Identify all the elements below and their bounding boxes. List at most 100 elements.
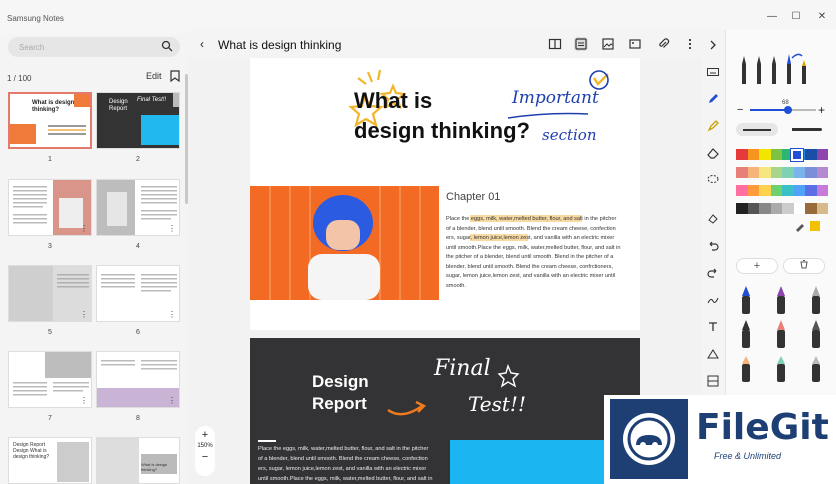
undo-icon[interactable]: [706, 239, 720, 253]
page-thumbnail-9[interactable]: Design Report Design What is design thin…: [8, 437, 92, 484]
stroke-style-solid[interactable]: [736, 123, 778, 136]
color-swatch[interactable]: [759, 149, 771, 160]
color-swatch[interactable]: [747, 167, 759, 178]
favorite-pen-1: [742, 286, 750, 314]
stroke-style-taper[interactable]: [786, 123, 828, 136]
page-thumbnail-7[interactable]: ⋮: [8, 351, 92, 408]
color-swatch[interactable]: [736, 167, 748, 178]
selected-color-swatch[interactable]: [790, 148, 804, 162]
more-options-icon[interactable]: ⋮: [80, 224, 88, 233]
maximize-button[interactable]: ☐: [789, 11, 803, 22]
color-swatch[interactable]: [747, 185, 759, 196]
color-swatch[interactable]: [816, 203, 828, 214]
more-options-icon[interactable]: [683, 37, 697, 51]
color-swatch[interactable]: [816, 149, 828, 160]
delete-pen-button[interactable]: [783, 258, 825, 274]
page-thumbnail-8[interactable]: ⋮: [96, 351, 180, 408]
color-swatch[interactable]: [736, 203, 748, 214]
accent-line: [258, 440, 276, 442]
arrow-doodle: [387, 400, 427, 416]
color-swatch[interactable]: [747, 149, 759, 160]
color-swatch[interactable]: [736, 149, 748, 160]
color-swatch[interactable]: [816, 185, 828, 196]
attach-icon[interactable]: [656, 37, 670, 51]
color-swatch[interactable]: [770, 203, 782, 214]
color-swatch[interactable]: [793, 185, 805, 196]
size-slider-thumb[interactable]: [784, 106, 792, 114]
thumbnail-title: Design Report Design What is design thin…: [13, 442, 50, 460]
color-swatch[interactable]: [747, 203, 759, 214]
note-page-2[interactable]: Design Report Final Test!! Place the egg…: [250, 338, 640, 484]
search-icon[interactable]: [161, 40, 173, 52]
color-swatch[interactable]: [770, 149, 782, 160]
more-options-icon[interactable]: ⋮: [80, 310, 88, 319]
body-line: sugar, lemon juice,lemon zest, and vanil…: [446, 273, 616, 279]
color-swatch[interactable]: [759, 185, 771, 196]
minimize-button[interactable]: —: [765, 11, 779, 22]
page-thumbnail-1[interactable]: What is design thinking?: [8, 92, 92, 149]
more-options-icon[interactable]: ⋮: [80, 396, 88, 405]
page-thumbnail-10[interactable]: What is design thinking?: [96, 437, 180, 484]
back-button[interactable]: ‹: [200, 37, 204, 51]
body-line: smooth.: [446, 282, 466, 289]
edit-button[interactable]: Edit: [146, 71, 162, 81]
page-count: 1 / 100: [7, 74, 32, 83]
color-swatch[interactable]: [805, 203, 817, 214]
page-thumbnail-6[interactable]: ⋮: [96, 265, 180, 322]
size-increase-button[interactable]: +: [818, 103, 825, 117]
page-thumbnail-4[interactable]: ⋮: [96, 179, 180, 236]
handwriting-to-text-icon[interactable]: [706, 293, 720, 307]
page-thumbnail-5[interactable]: ⋮: [8, 265, 92, 322]
color-swatch[interactable]: [782, 167, 794, 178]
zoom-in-button[interactable]: +: [195, 429, 215, 441]
page-thumbnail-2[interactable]: Design Report Final Test!!: [96, 92, 180, 149]
filegit-logo-icon: [610, 399, 688, 479]
close-button[interactable]: ✕: [815, 11, 829, 22]
report-body: Place the eggs, milk, water,melted butte…: [258, 444, 448, 484]
color-swatch[interactable]: [759, 203, 771, 214]
size-decrease-button[interactable]: −: [737, 104, 743, 116]
lasso-icon[interactable]: [706, 173, 720, 187]
color-swatch[interactable]: [736, 185, 748, 196]
more-options-icon[interactable]: ⋮: [168, 310, 176, 319]
search-input[interactable]: Search: [8, 37, 180, 57]
size-slider[interactable]: [750, 106, 816, 114]
color-swatch[interactable]: [816, 167, 828, 178]
keyboard-icon[interactable]: [706, 65, 720, 79]
color-swatch[interactable]: [759, 167, 771, 178]
more-options-icon[interactable]: ⋮: [168, 396, 176, 405]
color-swatch[interactable]: [782, 185, 794, 196]
chapter-body: Place the eggs, milk, water,melted butte…: [446, 215, 626, 291]
bookmark-icon[interactable]: [170, 70, 180, 82]
shape-tool-icon[interactable]: [706, 347, 720, 361]
body-line: ers, sugar, lemon juice,lemon zest, and …: [258, 466, 427, 472]
gallery-icon[interactable]: [628, 37, 642, 51]
pen-tool-icon[interactable]: [706, 92, 720, 106]
text-mode-icon[interactable]: [574, 37, 588, 51]
text-tool-icon[interactable]: [706, 320, 720, 334]
color-swatch[interactable]: [805, 149, 817, 160]
layout-icon[interactable]: [706, 374, 720, 388]
more-options-icon[interactable]: ⋮: [168, 224, 176, 233]
fill-icon[interactable]: [706, 212, 720, 226]
color-swatch[interactable]: [770, 167, 782, 178]
color-swatch[interactable]: [782, 203, 794, 214]
page-thumbnail-3[interactable]: ⋮: [8, 179, 92, 236]
add-pen-button[interactable]: +: [736, 258, 778, 274]
book-view-icon[interactable]: [548, 37, 562, 51]
zoom-level: 150%: [197, 443, 213, 449]
color-swatch[interactable]: [793, 203, 805, 214]
insert-image-icon[interactable]: [601, 37, 615, 51]
trash-icon: [800, 260, 808, 269]
color-swatch[interactable]: [793, 167, 805, 178]
collapse-panel-icon[interactable]: [706, 38, 720, 52]
color-swatch[interactable]: [770, 185, 782, 196]
redo-icon[interactable]: [706, 266, 720, 280]
note-page-1[interactable]: What is design thinking? Important secti…: [250, 58, 640, 330]
favorite-pens: [742, 286, 820, 382]
color-swatch[interactable]: [805, 185, 817, 196]
highlighter-icon[interactable]: [706, 119, 720, 133]
color-swatch[interactable]: [805, 167, 817, 178]
zoom-out-button[interactable]: −: [195, 451, 215, 463]
eraser-icon[interactable]: [706, 146, 720, 160]
